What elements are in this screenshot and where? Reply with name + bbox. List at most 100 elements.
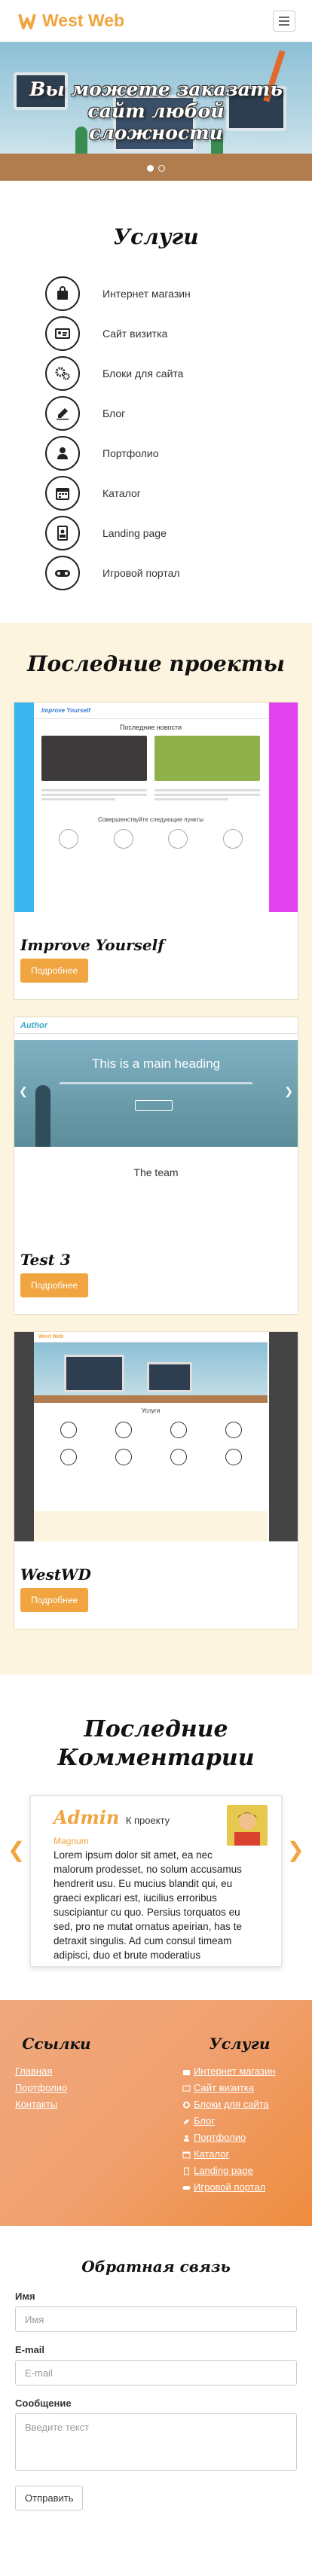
calendar-icon (182, 2151, 191, 2158)
gamepad-icon (45, 555, 80, 590)
footer: Ссылки Главная Портфолио Контакты Услуги… (0, 2000, 312, 2226)
chevron-left-icon: ❮ (19, 1085, 28, 1097)
footer-link-contacts[interactable]: Контакты (15, 2096, 98, 2113)
footer-service-link[interactable]: Сайт визитка (182, 2080, 297, 2096)
service-item[interactable]: Сайт визитка (0, 313, 312, 353)
gears-icon (45, 355, 80, 391)
footer-services-column: Услуги Интернет магазин Сайт визитка Бло… (169, 2035, 297, 2196)
project-title: Improve Yourself (20, 936, 164, 954)
service-label: Портфолио (102, 447, 159, 459)
project-screenshot[interactable]: Author This is a main heading ❮ ❯ The te… (14, 1017, 298, 1227)
shot-figure (35, 1085, 50, 1147)
comments-title: Последние Комментарии (57, 1716, 255, 1771)
shot-image (154, 736, 260, 781)
carousel-dot[interactable] (158, 165, 165, 172)
message-label: Сообщение (15, 2398, 72, 2409)
footer-service-link[interactable]: Каталог (182, 2146, 297, 2163)
project-title: WestWD (20, 1565, 91, 1584)
carousel-dot[interactable] (147, 165, 154, 172)
email-field[interactable]: E-mail (15, 2360, 297, 2385)
id-card-icon (45, 316, 80, 351)
details-button[interactable]: Подробнее (20, 959, 89, 983)
footer-link-home[interactable]: Главная (15, 2063, 98, 2080)
shot-heading: This is a main heading (91, 1056, 221, 1071)
footer-service-link[interactable]: Блоки для сайта (182, 2096, 297, 2113)
service-label: Игровой портал (102, 566, 180, 579)
service-item[interactable]: Landing page (0, 513, 312, 553)
footer-service-link[interactable]: Landing page (182, 2163, 297, 2179)
shot-brand: Author (20, 1020, 48, 1030)
shot-subheading: The team (133, 1166, 179, 1178)
footer-service-link[interactable]: Интернет магазин (182, 2063, 297, 2080)
shopping-bag-icon (45, 276, 80, 311)
user-icon (184, 2135, 189, 2142)
shot-image (41, 736, 147, 781)
footer-services-title: Услуги (209, 2035, 271, 2053)
footer-service-link[interactable]: Игровой портал (182, 2179, 297, 2196)
gears-icon (183, 2101, 190, 2108)
project-screenshot[interactable]: Improve Yourself Последние новости Совер… (14, 703, 298, 912)
project-screenshot[interactable]: West Web Услуги (14, 1332, 298, 1541)
footer-links-column: Ссылки Главная Портфолио Контакты (15, 2035, 98, 2196)
service-item[interactable]: Портфолио (0, 433, 312, 473)
service-item[interactable]: Каталог (0, 473, 312, 513)
service-label: Интернет магазин (102, 287, 191, 300)
blog-icon (184, 2118, 189, 2124)
name-label: Имя (15, 2291, 35, 2302)
project-card: Improve Yourself Последние новости Совер… (14, 702, 298, 1000)
footer-link-portfolio[interactable]: Портфолио (15, 2080, 98, 2096)
carousel-indicators (0, 165, 312, 172)
footer-service-link[interactable]: Блог (182, 2113, 297, 2129)
hero-title: Вы можете заказать сайт любой сложности (29, 78, 283, 144)
service-label: Блоки для сайта (102, 367, 184, 380)
logo-icon (18, 13, 36, 29)
service-item[interactable]: Интернет магазин (0, 273, 312, 313)
feedback-title: Обратная связь (81, 2257, 231, 2276)
comments-section: Последние Комментарии ❮ ❯ Admin К проект… (0, 1675, 312, 2000)
chevron-right-icon[interactable]: ❯ (287, 1837, 304, 1862)
name-field[interactable]: Имя (15, 2306, 297, 2332)
service-label: Сайт визитка (102, 327, 168, 340)
navbar: West Web (0, 0, 312, 42)
services-title: Услуги (113, 224, 199, 249)
shot-brand: Improve Yourself (34, 703, 268, 719)
comment-card: Admin К проекту Magnum Lorem ipsum dolor… (30, 1795, 282, 1967)
landing-icon (45, 515, 80, 550)
chevron-right-icon: ❯ (284, 1085, 293, 1097)
footer-links-title: Ссылки (22, 2035, 91, 2053)
menu-toggle-button[interactable] (273, 10, 295, 32)
service-item[interactable]: Блог (0, 393, 312, 433)
id-card-icon (182, 2085, 191, 2091)
shot-brand: West Web (34, 1332, 268, 1343)
shot-heading: Услуги (141, 1407, 161, 1414)
message-field[interactable]: Введите текст (15, 2413, 297, 2471)
hero-carousel: Вы можете заказать сайт любой сложности (0, 42, 312, 181)
shot-subheading: Совершенствуйте следующие пункты (97, 816, 204, 823)
service-item[interactable]: Игровой портал (0, 553, 312, 593)
service-label: Landing page (102, 526, 167, 539)
calendar-icon (45, 475, 80, 511)
user-icon (45, 435, 80, 471)
details-button[interactable]: Подробнее (20, 1273, 89, 1297)
comment-to-label: К проекту (125, 1815, 170, 1826)
brand-name: West Web (42, 11, 125, 30)
landing-icon (184, 2167, 189, 2175)
feedback-form: Обратная связь Имя Имя E-mail E-mail Соо… (0, 2226, 312, 2545)
shot-heading: Последние новости (119, 724, 182, 731)
details-button[interactable]: Подробнее (20, 1588, 89, 1612)
chevron-left-icon[interactable]: ❮ (8, 1837, 25, 1862)
submit-button[interactable]: Отправить (15, 2486, 84, 2510)
gamepad-icon (182, 2185, 191, 2190)
service-item[interactable]: Блоки для сайта (0, 353, 312, 393)
brand-logo[interactable]: West Web (18, 11, 124, 31)
projects-section: Последние проекты Improve Yourself После… (0, 623, 312, 1675)
project-card: West Web Услуги WestWD Подробнее (14, 1331, 298, 1629)
avatar (227, 1805, 268, 1846)
email-label: E-mail (15, 2344, 45, 2355)
shopping-bag-icon (183, 2069, 190, 2075)
footer-service-link[interactable]: Портфолио (182, 2129, 297, 2146)
service-label: Блог (102, 407, 126, 419)
comment-author: Admin (54, 1806, 120, 1828)
project-title: Test 3 (20, 1251, 71, 1269)
service-label: Каталог (102, 486, 141, 499)
